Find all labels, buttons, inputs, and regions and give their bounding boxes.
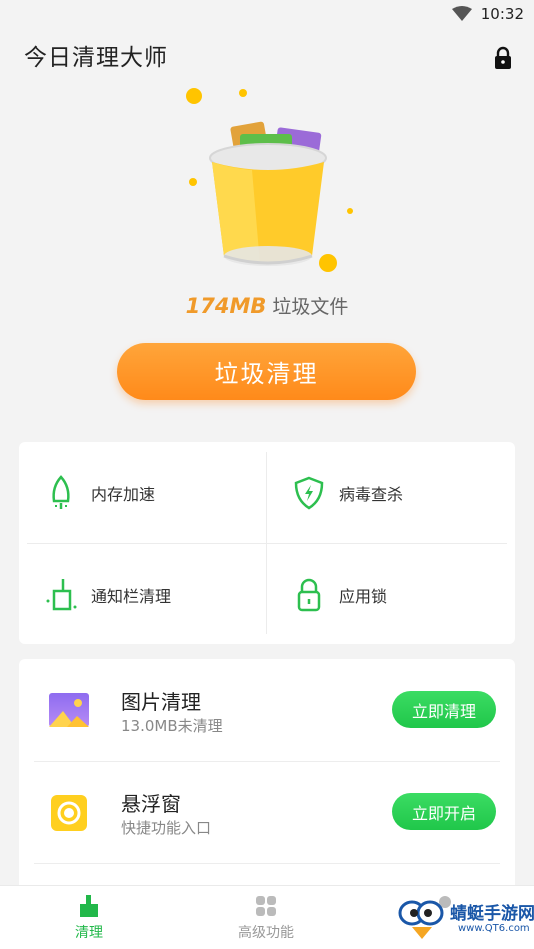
tool-virus-scan[interactable]: 病毒查杀 [267,442,515,543]
header: 今日清理大师 [24,38,514,78]
junk-summary: 174MB 垃圾文件 [0,292,534,319]
picture-icon [49,693,89,727]
nav-tab-advanced[interactable]: 高级功能 [216,894,316,942]
watermark-url: www.QT6.com [458,923,530,934]
rocket-icon [43,474,79,511]
status-bar: 10:32 [0,0,534,30]
feature-list: 图片清理 13.0MB未清理 立即清理 悬浮窗 快捷功能入口 立即开启 [19,659,515,899]
padlock-icon [291,577,327,613]
clean-now-button[interactable]: 立即清理 [392,691,496,728]
tool-label: 通知栏清理 [91,586,172,606]
junk-size: 174MB [185,294,267,318]
watermark: 蜻蜓手游网 www.QT6.com [398,897,534,943]
feature-title: 图片清理 [121,690,201,714]
shield-icon [291,475,327,511]
feature-subtitle: 13.0MB未清理 [121,717,223,735]
tools-card: 内存加速 病毒查杀 通知栏清理 应用锁 [19,442,515,644]
broom-icon [43,577,79,613]
tool-label: 内存加速 [91,484,156,504]
feature-subtitle: 快捷功能入口 [121,819,212,837]
hero-illustration [0,84,534,284]
app-title: 今日清理大师 [24,45,168,71]
nav-label: 高级功能 [238,925,294,941]
tool-memory-boost[interactable]: 内存加速 [19,442,267,543]
tool-notification-clean[interactable]: 通知栏清理 [19,544,267,645]
status-time: 10:32 [480,5,524,23]
nav-label: 清理 [75,925,103,941]
feature-title: 悬浮窗 [121,792,181,816]
list-item-float-window[interactable]: 悬浮窗 快捷功能入口 立即开启 [19,761,515,863]
lock-icon[interactable] [492,46,514,70]
grid-icon [256,896,276,916]
wifi-icon [452,6,472,21]
tool-app-lock[interactable]: 应用锁 [267,544,515,645]
list-item-photo-clean[interactable]: 图片清理 13.0MB未清理 立即清理 [19,659,515,761]
clean-icon [80,895,98,917]
junk-clean-button[interactable]: 垃圾清理 [117,343,416,400]
junk-label: 垃圾文件 [272,296,349,318]
tool-label: 应用锁 [339,586,388,606]
tool-label: 病毒查杀 [339,484,404,504]
nav-tab-clean[interactable]: 清理 [39,894,139,942]
dragonfly-logo-icon [398,900,444,939]
float-window-icon [51,795,87,831]
trash-can-icon [186,88,353,272]
list-divider [34,863,500,864]
watermark-text: 蜻蜓手游网 [450,904,534,924]
enable-now-button[interactable]: 立即开启 [392,793,496,830]
